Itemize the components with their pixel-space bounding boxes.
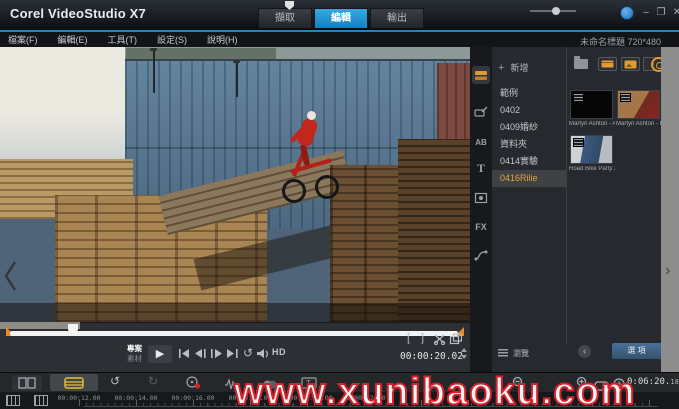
previous-clip-chevron-icon[interactable] bbox=[3, 259, 19, 293]
undo-icon[interactable]: ↺ bbox=[110, 374, 120, 388]
zoom-slider-handle[interactable] bbox=[552, 7, 560, 15]
help-globe-icon[interactable] bbox=[620, 6, 634, 20]
home-icon[interactable] bbox=[178, 348, 191, 359]
menu-settings[interactable]: 設定(S) bbox=[157, 33, 187, 46]
play-button[interactable]: ▶ bbox=[148, 345, 172, 363]
collapse-panel-button[interactable]: ‹ bbox=[578, 345, 591, 358]
clip-thumbnail[interactable] bbox=[617, 90, 660, 119]
plus-icon: + bbox=[498, 62, 504, 74]
track-add-icon[interactable] bbox=[34, 395, 48, 406]
mark-in-button[interactable]: [ bbox=[407, 332, 410, 344]
menu-bar: 檔案(F) 編輯(E) 工具(T) 設定(S) 說明(H) bbox=[0, 32, 679, 47]
enlarge-preview-icon[interactable] bbox=[449, 333, 462, 345]
end-icon[interactable] bbox=[226, 348, 239, 359]
options-button[interactable]: 選 項 bbox=[612, 343, 661, 359]
video-lamp-post bbox=[153, 49, 155, 93]
clip-caption: Martyn Ashton - Ro... bbox=[616, 121, 662, 127]
tab-edit[interactable]: 編輯 bbox=[314, 8, 368, 28]
video-badge-icon bbox=[620, 93, 631, 102]
videostudio-window: Corel VideoStudio X7 擷取 編輯 輸出 – ❐ ✕ 檔案(F… bbox=[0, 0, 679, 409]
instant-project-icon[interactable] bbox=[472, 103, 490, 121]
ruler-timestamp: 00:00:16.00 bbox=[168, 394, 218, 402]
tab-output[interactable]: 輸出 bbox=[370, 8, 424, 28]
mark-out-button[interactable]: ] bbox=[421, 332, 424, 344]
clip-thumbnail[interactable] bbox=[570, 90, 613, 119]
menu-edit[interactable]: 編輯(E) bbox=[58, 33, 88, 46]
browse-icon bbox=[498, 349, 508, 357]
expand-panel-chevron-icon[interactable]: › bbox=[665, 262, 670, 280]
video-bike-wheel bbox=[282, 179, 306, 203]
volume-icon[interactable] bbox=[256, 348, 270, 359]
clip-thumbnail[interactable] bbox=[570, 135, 613, 164]
folder-icon[interactable] bbox=[574, 59, 588, 69]
menu-file[interactable]: 檔案(F) bbox=[8, 33, 38, 46]
timecode-step-down[interactable] bbox=[461, 355, 467, 359]
scrubber-bar[interactable] bbox=[10, 331, 458, 336]
add-folder-button[interactable]: +新增 bbox=[498, 61, 528, 74]
title-icon[interactable]: T bbox=[472, 159, 490, 177]
filter-fx-icon[interactable]: FX bbox=[472, 218, 490, 236]
timeline-view-icon[interactable] bbox=[50, 374, 98, 391]
library-folder-item-selected[interactable]: 0416Rilie bbox=[492, 170, 566, 187]
app-title: Corel VideoStudio X7 bbox=[10, 6, 146, 21]
minimize-button[interactable]: – bbox=[640, 7, 652, 18]
filter-photo-icon[interactable] bbox=[621, 57, 640, 71]
library-folder-item[interactable]: 0402 bbox=[492, 102, 566, 119]
video-bike-wheel bbox=[315, 175, 339, 199]
repeat-icon[interactable]: ↺ bbox=[243, 346, 253, 360]
clip-caption: Martyn Ashton - Am... bbox=[569, 121, 615, 127]
library-folder-item[interactable]: 範例 bbox=[492, 85, 566, 102]
close-button[interactable]: ✕ bbox=[671, 7, 679, 18]
library-folder-item[interactable]: 0409婚紗 bbox=[492, 119, 566, 136]
transition-ab-icon[interactable]: AB bbox=[472, 133, 490, 151]
next-frame-icon[interactable] bbox=[210, 348, 223, 359]
menu-help[interactable]: 說明(H) bbox=[207, 33, 238, 46]
split-scissors-icon[interactable] bbox=[433, 333, 446, 345]
video-pallet-stack bbox=[398, 139, 470, 322]
library-folder-item[interactable]: 0414實驗 bbox=[492, 153, 566, 170]
tab-capture[interactable]: 擷取 bbox=[258, 8, 312, 28]
ruler-timestamp: 00:00:12.00 bbox=[54, 394, 104, 402]
motion-path-icon[interactable] bbox=[472, 246, 490, 264]
timecode-step-up[interactable] bbox=[461, 348, 467, 352]
media-icon[interactable] bbox=[472, 66, 490, 84]
browse-button[interactable]: 瀏覽 bbox=[513, 348, 529, 359]
preview-timecode[interactable]: 00:00:20.02 bbox=[400, 346, 462, 362]
video-sky bbox=[0, 47, 138, 169]
track-manager-icon[interactable] bbox=[6, 395, 20, 406]
clip-caption: Road Bike Party 2 -... bbox=[569, 166, 615, 172]
watermark: www.xunibaoku.com bbox=[234, 371, 636, 409]
graphic-icon[interactable] bbox=[472, 189, 490, 207]
hd-preview-toggle[interactable]: HD bbox=[272, 347, 286, 357]
video-rider-helmet bbox=[307, 111, 316, 120]
preview-monitor[interactable] bbox=[0, 47, 470, 322]
filter-video-icon[interactable] bbox=[598, 57, 617, 71]
previous-frame-icon[interactable] bbox=[194, 348, 207, 359]
collapsed-options-panel[interactable] bbox=[661, 47, 679, 372]
library-folder-item[interactable]: 資料夾 bbox=[492, 136, 566, 153]
video-lamp-post bbox=[236, 61, 238, 97]
storyboard-view-icon[interactable] bbox=[12, 375, 42, 391]
video-badge-icon bbox=[573, 138, 584, 147]
redo-icon[interactable]: ↻ bbox=[148, 374, 158, 388]
ruler-timestamp: 00:00:14.00 bbox=[111, 394, 161, 402]
restore-button[interactable]: ❐ bbox=[655, 7, 667, 18]
video-badge-icon bbox=[573, 93, 584, 102]
project-mode-toggle[interactable]: 專案 bbox=[127, 345, 142, 353]
menu-tools[interactable]: 工具(T) bbox=[108, 33, 138, 46]
video-red-container bbox=[437, 63, 470, 147]
clip-mode-toggle[interactable]: 素材 bbox=[127, 355, 142, 363]
library-nav-strip bbox=[470, 47, 492, 372]
